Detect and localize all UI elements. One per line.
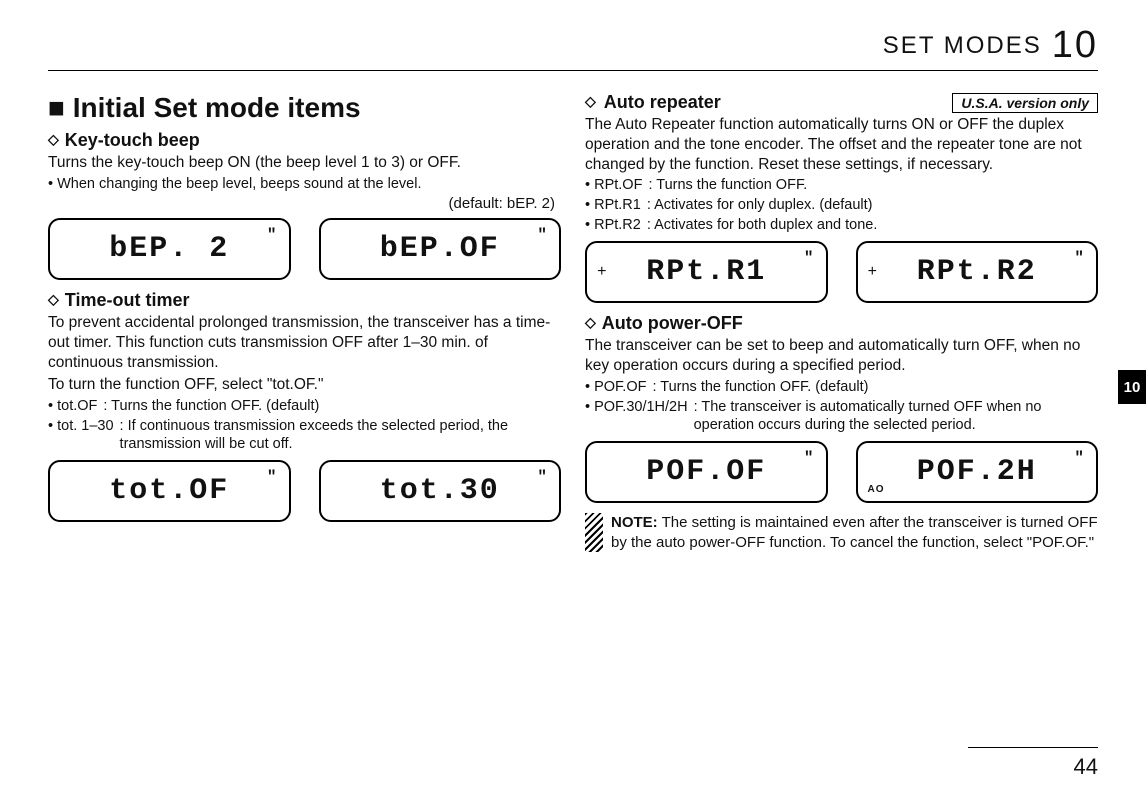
timeout-title: Time-out timer: [65, 290, 190, 311]
right-column: ◇ Auto repeater U.S.A. version only The …: [585, 92, 1098, 552]
bullet-key: • POF.OF: [585, 378, 646, 397]
auto-off-lcd-row: POF.OF " AO POF.2H ": [585, 441, 1098, 503]
auto-off-bullet-1: • POF.OF : Turns the function OFF. (defa…: [585, 378, 1098, 397]
key-beep-p2: • When changing the beep level, beeps so…: [48, 175, 561, 194]
auto-off-title: Auto power-OFF: [602, 313, 743, 334]
auto-off-bullet-2: • POF.30/1H/2H : The transceiver is auto…: [585, 398, 1098, 436]
lcd-display: + RPt.R2 ": [856, 241, 1099, 303]
plus-icon: +: [597, 263, 609, 281]
plus-icon: +: [868, 263, 880, 281]
diamond-icon: ◇: [48, 291, 59, 308]
bullet-key: • RPt.R1: [585, 196, 641, 215]
lcd-display: bEP.OF ": [319, 218, 562, 280]
auto-rpt-bullet-2: • RPt.R1 : Activates for only duplex. (d…: [585, 196, 1098, 215]
page-number: 44: [1074, 754, 1098, 780]
auto-rpt-bullet-3: • RPt.R2 : Activates for both duplex and…: [585, 216, 1098, 235]
side-tab: 10: [1118, 370, 1146, 404]
lcd-mark-icon: ": [1074, 449, 1086, 467]
timeout-bullet-1: • tot.OF : Turns the function OFF. (defa…: [48, 397, 561, 416]
lcd-mark-icon: ": [1074, 249, 1086, 267]
bullet-val: : The transceiver is automatically turne…: [694, 398, 1098, 436]
timeout-bullet-2: • tot. 1–30 : If continuous transmission…: [48, 417, 561, 455]
bullet-key: • tot. 1–30: [48, 417, 114, 455]
page: SET MODES 10 ■ Initial Set mode items ◇ …: [0, 0, 1146, 804]
lcd-mark-icon: ": [537, 468, 549, 486]
diamond-icon: ◇: [585, 93, 596, 110]
lcd-display: + RPt.R1 ": [585, 241, 828, 303]
note-box: NOTE: The setting is maintained even aft…: [585, 513, 1098, 552]
key-beep-p1: Turns the key-touch beep ON (the beep le…: [48, 153, 561, 173]
auto-rpt-lcd-row: + RPt.R1 " + RPt.R2 ": [585, 241, 1098, 303]
key-beep-default: (default: bEP. 2): [48, 195, 555, 212]
auto-rpt-heading-row: ◇ Auto repeater U.S.A. version only: [585, 92, 1098, 113]
lcd-text: bEP. 2: [109, 232, 229, 266]
bullet-key: • RPt.OF: [585, 176, 642, 195]
lcd-text: POF.2H: [917, 455, 1037, 489]
chapter-number: 10: [1052, 24, 1098, 67]
top-rule: [48, 70, 1098, 71]
side-tab-number: 10: [1124, 379, 1141, 396]
bullet-val: : Activates for both duplex and tone.: [647, 216, 878, 235]
timeout-p2: To turn the function OFF, select "tot.OF…: [48, 375, 561, 395]
diamond-icon: ◇: [585, 314, 596, 331]
bottom-rule: [968, 747, 1098, 748]
lcd-display: POF.OF ": [585, 441, 828, 503]
auto-rpt-title: Auto repeater: [604, 92, 721, 113]
bullet-val: : Turns the function OFF. (default): [652, 378, 868, 397]
timeout-p1: To prevent accidental prolonged transmis…: [48, 313, 561, 372]
note-label: NOTE:: [611, 514, 658, 531]
auto-rpt-bullet-1: • RPt.OF : Turns the function OFF.: [585, 176, 1098, 195]
hatch-border-icon: [585, 513, 603, 552]
lcd-text: RPt.R2: [917, 255, 1037, 289]
lcd-mark-icon: ": [804, 449, 816, 467]
diamond-icon: ◇: [48, 131, 59, 148]
lcd-mark-icon: ": [267, 226, 279, 244]
lcd-text: tot.30: [380, 474, 500, 508]
timeout-lcd-row: tot.OF " tot.30 ": [48, 460, 561, 522]
ao-indicator: AO: [868, 484, 885, 495]
bullet-val: : Turns the function OFF.: [648, 176, 807, 195]
key-beep-title: Key-touch beep: [65, 130, 200, 151]
bullet-key: • RPt.R2: [585, 216, 641, 235]
lcd-text: RPt.R1: [646, 255, 766, 289]
auto-rpt-p1: The Auto Repeater function automatically…: [585, 115, 1098, 174]
lcd-text: POF.OF: [646, 455, 766, 489]
note-text-wrap: NOTE: The setting is maintained even aft…: [611, 513, 1098, 552]
version-badge: U.S.A. version only: [952, 93, 1098, 113]
note-text: The setting is maintained even after the…: [611, 514, 1098, 551]
auto-off-heading: ◇ Auto power-OFF: [585, 313, 1098, 334]
left-column: ■ Initial Set mode items ◇ Key-touch bee…: [48, 92, 561, 552]
lcd-mark-icon: ": [804, 249, 816, 267]
auto-off-p1: The transceiver can be set to beep and a…: [585, 336, 1098, 376]
bullet-val: : If continuous transmission exceeds the…: [120, 417, 561, 455]
lcd-display: AO POF.2H ": [856, 441, 1099, 503]
lcd-display: bEP. 2 ": [48, 218, 291, 280]
content: ■ Initial Set mode items ◇ Key-touch bee…: [48, 92, 1098, 552]
bullet-key: • tot.OF: [48, 397, 97, 416]
lcd-mark-icon: ": [537, 226, 549, 244]
lcd-text: bEP.OF: [380, 232, 500, 266]
bullet-key: • POF.30/1H/2H: [585, 398, 688, 436]
running-header: SET MODES 10: [883, 24, 1098, 67]
lcd-text: tot.OF: [109, 474, 229, 508]
main-title: ■ Initial Set mode items: [48, 92, 561, 124]
lcd-display: tot.OF ": [48, 460, 291, 522]
lcd-display: tot.30 ": [319, 460, 562, 522]
section-label: SET MODES: [883, 32, 1042, 60]
bullet-val: : Activates for only duplex. (default): [647, 196, 873, 215]
key-beep-heading: ◇ Key-touch beep: [48, 130, 561, 151]
key-beep-lcd-row: bEP. 2 " bEP.OF ": [48, 218, 561, 280]
timeout-heading: ◇ Time-out timer: [48, 290, 561, 311]
bullet-val: : Turns the function OFF. (default): [103, 397, 319, 416]
lcd-mark-icon: ": [267, 468, 279, 486]
